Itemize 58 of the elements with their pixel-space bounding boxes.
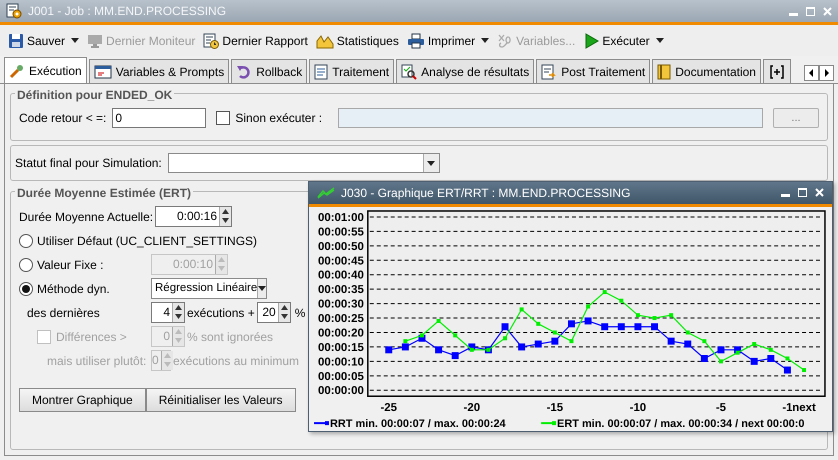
field-label: % sont ignorées bbox=[187, 328, 274, 346]
checkbox-label: Sinon exécuter : bbox=[235, 110, 322, 127]
method-dropdown[interactable]: Régression Linéaire bbox=[151, 278, 267, 299]
toolbar-button[interactable]: Dernier Rapport bbox=[203, 32, 308, 50]
tab[interactable]: Rollback bbox=[231, 59, 308, 83]
x-tick-label: next bbox=[792, 402, 816, 414]
y-tick-label: 00:00:40 bbox=[318, 270, 364, 282]
field-label: % bbox=[294, 304, 306, 322]
action-button[interactable]: Montrer Graphique bbox=[19, 388, 146, 412]
field-label: Statut final pour Simulation: bbox=[15, 155, 162, 172]
y-tick-label: 00:00:50 bbox=[318, 240, 364, 253]
y-tick-label: 00:00:05 bbox=[318, 370, 364, 383]
tab[interactable]: Traitement bbox=[309, 59, 394, 83]
radio-label: Méthode dyn. bbox=[37, 280, 110, 298]
radio-label: Utiliser Défaut (UC_CLIENT_SETTINGS) bbox=[37, 232, 258, 250]
x-tick-label: -5 bbox=[716, 402, 726, 414]
return-code-field[interactable]: 0 bbox=[112, 108, 206, 128]
legend-label: ERT min. 00:00:07 / max. 00:00:34 / next 00:00:0 bbox=[557, 418, 804, 430]
tab[interactable]: Variables & Prompts bbox=[88, 59, 230, 83]
window-title: J001 - Job : MM.END.PROCESSING bbox=[28, 3, 228, 20]
field-label: exécutions + bbox=[187, 304, 255, 322]
toolbar-button[interactable]: Statistiques bbox=[316, 32, 399, 50]
x-tick-label: -15 bbox=[546, 402, 564, 414]
action-button[interactable]: Réinitialiser les Valeurs bbox=[146, 388, 296, 412]
y-tick-label: 00:00:10 bbox=[318, 356, 364, 368]
browse-button[interactable]: ... bbox=[773, 108, 819, 128]
y-tick-label: 00:00:00 bbox=[318, 385, 364, 398]
spinner-field[interactable]: 4 bbox=[151, 302, 185, 323]
y-tick-label: 00:01:00 bbox=[318, 212, 364, 224]
tab[interactable]: Documentation bbox=[652, 59, 761, 83]
spinner-field[interactable]: 20 bbox=[256, 302, 291, 323]
checkbox-label: Différences > bbox=[56, 328, 127, 346]
y-tick-label: 00:00:45 bbox=[318, 255, 364, 268]
field-label: Code retour < =: bbox=[19, 110, 106, 127]
toolbar-button[interactable]: Exécuter bbox=[583, 32, 650, 50]
x-tick-label: -25 bbox=[380, 402, 397, 414]
tab[interactable]: Exécution bbox=[4, 57, 87, 83]
tab[interactable]: Analyse de résultats bbox=[396, 59, 534, 83]
field-label: exécutions au minimum bbox=[173, 352, 300, 370]
y-tick-label: 00:00:55 bbox=[318, 226, 364, 238]
toolbar-button[interactable]: Imprimer bbox=[406, 32, 476, 50]
x-tick-label: -10 bbox=[630, 402, 646, 414]
window-title: J030 - Graphique ERT/RRT : MM.END.PROCESSING bbox=[341, 184, 632, 202]
y-tick-label: 00:00:25 bbox=[318, 312, 364, 325]
x-tick-label: -1 bbox=[782, 402, 792, 414]
radio-label: Valeur Fixe : bbox=[37, 256, 104, 274]
legend-label: RRT min. 00:00:07 / max. 00:00:24 bbox=[330, 418, 506, 430]
field-label: mais utiliser plutôt: bbox=[46, 352, 148, 370]
field-label: des dernières bbox=[26, 304, 101, 322]
x-tick-label: -20 bbox=[464, 402, 480, 414]
y-tick-label: 00:00:35 bbox=[318, 284, 364, 296]
y-tick-label: 00:00:30 bbox=[318, 298, 364, 310]
y-tick-label: 00:00:20 bbox=[318, 327, 364, 340]
spinner-field[interactable]: 0:00:16 bbox=[155, 206, 232, 227]
toolbar-button[interactable]: Sauver bbox=[8, 32, 66, 50]
y-tick-label: 00:00:15 bbox=[318, 342, 364, 354]
field-label: Durée Moyenne Actuelle: bbox=[19, 208, 151, 226]
tab[interactable]: Post Traitement bbox=[536, 59, 650, 83]
